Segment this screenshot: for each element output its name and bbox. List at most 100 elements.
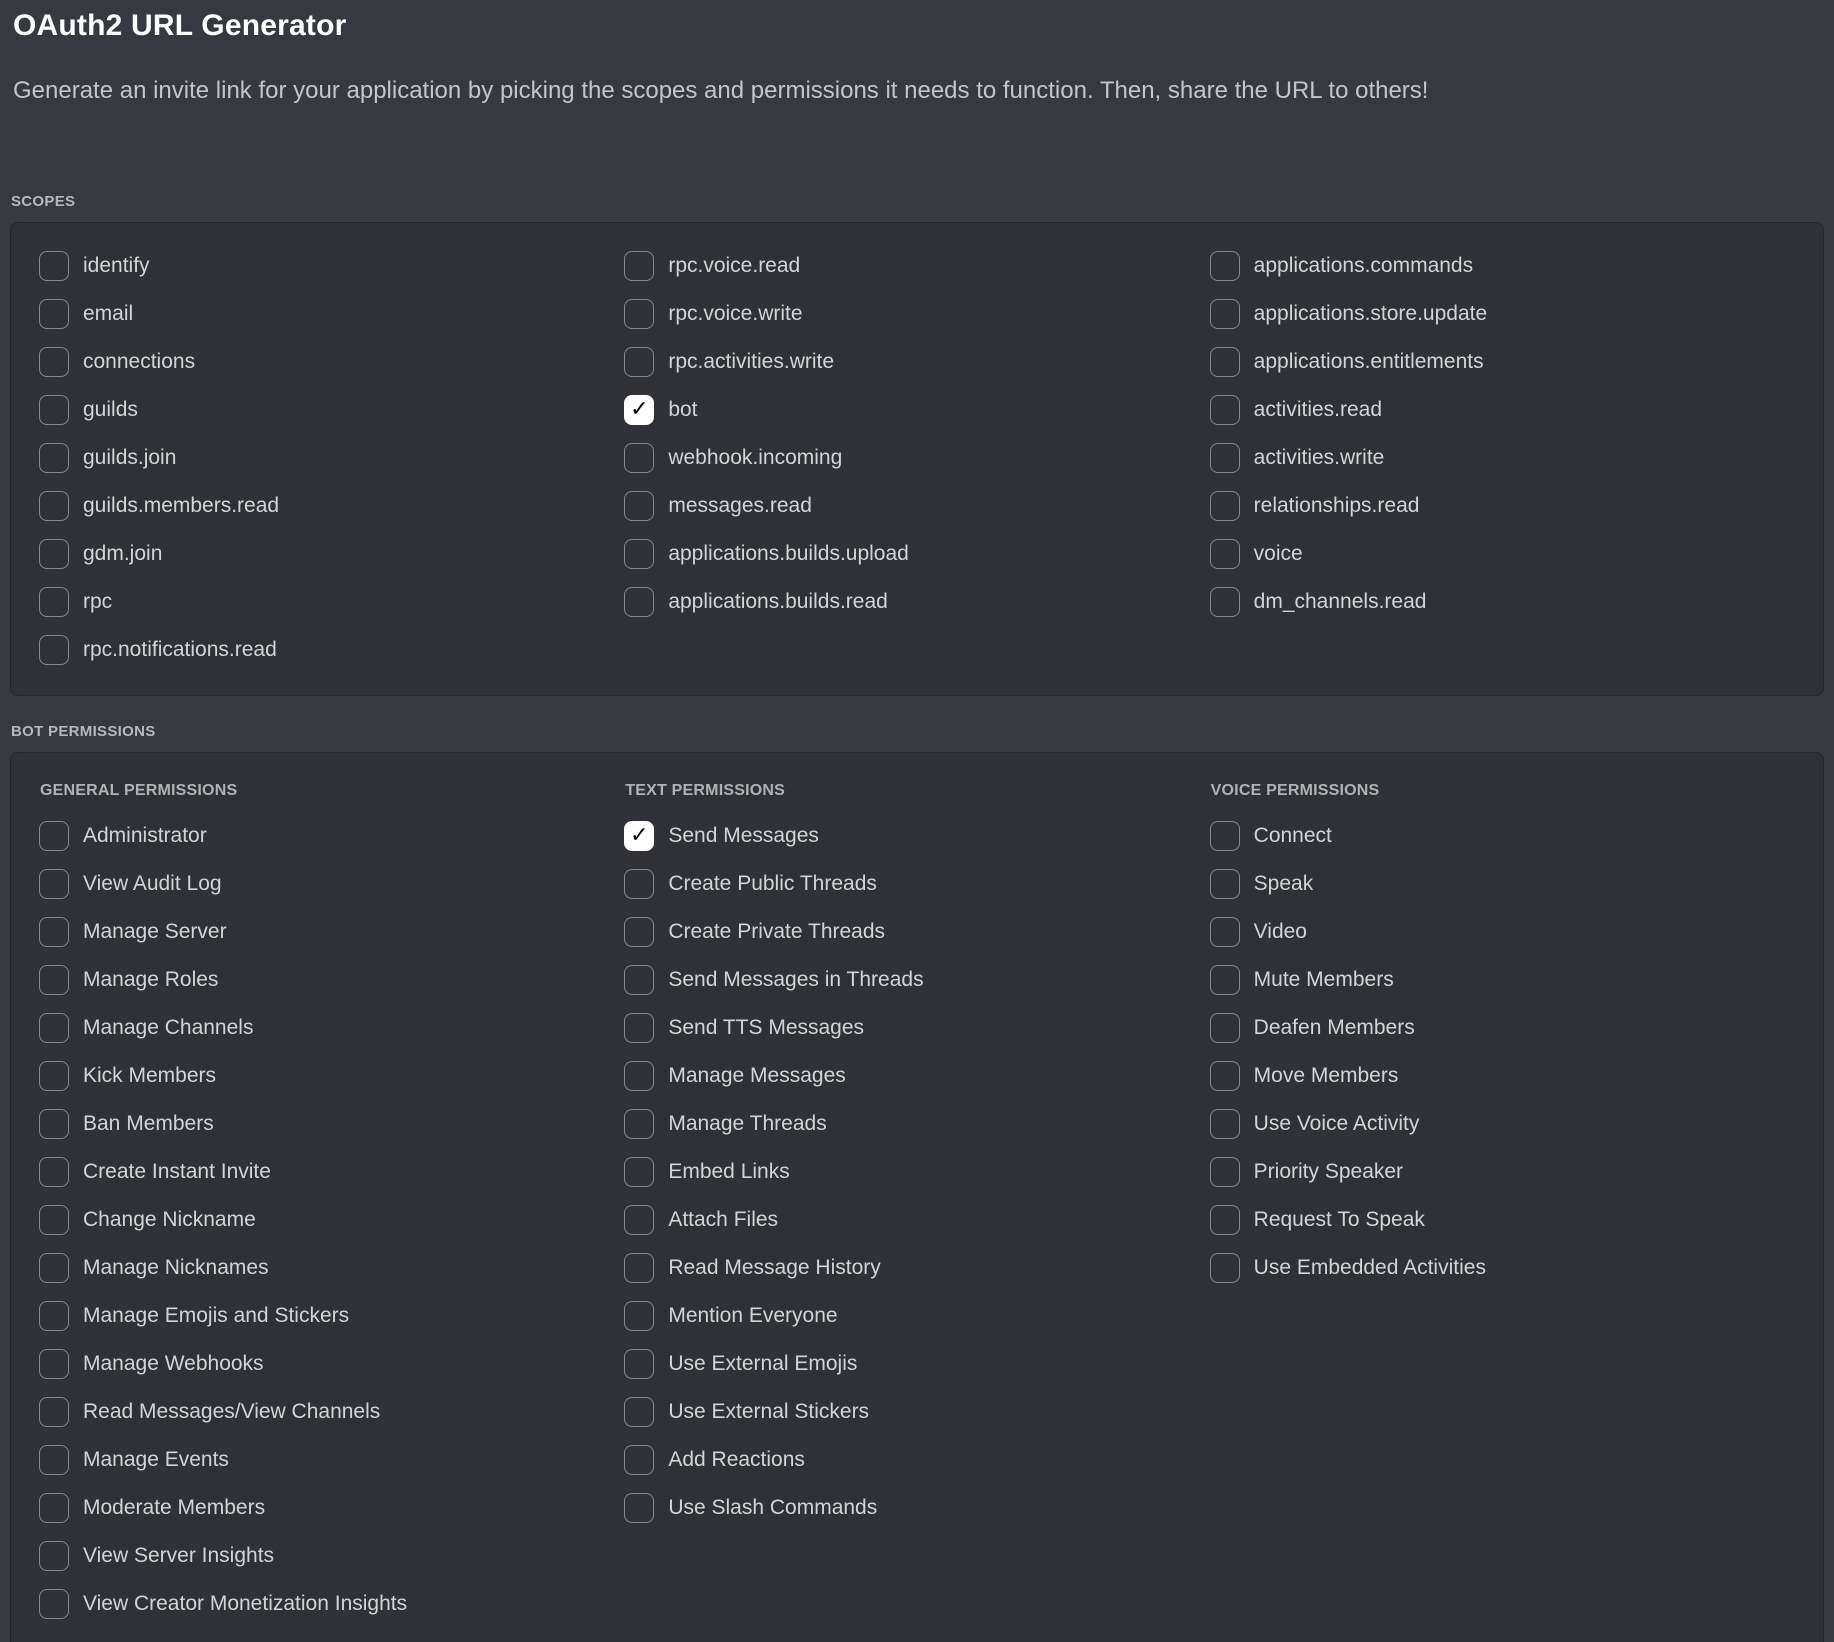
perm-text-mention-everyone-row[interactable]: Mention Everyone — [624, 1301, 1209, 1331]
perm-text-use-external-stickers-checkbox[interactable] — [624, 1397, 654, 1427]
perm-general-manage-events-row[interactable]: Manage Events — [39, 1445, 624, 1475]
scope-applications-builds-read-checkbox[interactable] — [624, 587, 654, 617]
perm-general-manage-roles-row[interactable]: Manage Roles — [39, 965, 624, 995]
perm-voice-speak-checkbox[interactable] — [1210, 869, 1240, 899]
perm-voice-mute-members-checkbox[interactable] — [1210, 965, 1240, 995]
perm-text-read-message-history-checkbox[interactable] — [624, 1253, 654, 1283]
scope-email-row[interactable]: email — [39, 299, 624, 329]
perm-general-view-creator-monetization-insights-row[interactable]: View Creator Monetization Insights — [39, 1589, 624, 1619]
perm-text-create-private-threads-row[interactable]: Create Private Threads — [624, 917, 1209, 947]
perm-general-manage-nicknames-checkbox[interactable] — [39, 1253, 69, 1283]
scope-rpc-checkbox[interactable] — [39, 587, 69, 617]
scope-guilds-join-row[interactable]: guilds.join — [39, 443, 624, 473]
perm-voice-move-members-row[interactable]: Move Members — [1210, 1061, 1795, 1091]
perm-text-attach-files-checkbox[interactable] — [624, 1205, 654, 1235]
perm-general-read-messages-view-channels-checkbox[interactable] — [39, 1397, 69, 1427]
scope-applications-builds-upload-row[interactable]: applications.builds.upload — [624, 539, 1209, 569]
scope-applications-builds-upload-checkbox[interactable] — [624, 539, 654, 569]
scope-webhook-incoming-row[interactable]: webhook.incoming — [624, 443, 1209, 473]
perm-voice-request-to-speak-checkbox[interactable] — [1210, 1205, 1240, 1235]
scope-messages-read-checkbox[interactable] — [624, 491, 654, 521]
perm-general-administrator-checkbox[interactable] — [39, 821, 69, 851]
scope-gdm-join-checkbox[interactable] — [39, 539, 69, 569]
perm-general-manage-emojis-and-stickers-checkbox[interactable] — [39, 1301, 69, 1331]
scope-activities-read-checkbox[interactable] — [1210, 395, 1240, 425]
perm-general-moderate-members-checkbox[interactable] — [39, 1493, 69, 1523]
scope-bot-row[interactable]: ✓bot — [624, 395, 1209, 425]
perm-text-manage-threads-row[interactable]: Manage Threads — [624, 1109, 1209, 1139]
perm-text-manage-messages-row[interactable]: Manage Messages — [624, 1061, 1209, 1091]
perm-general-view-creator-monetization-insights-checkbox[interactable] — [39, 1589, 69, 1619]
scope-activities-write-checkbox[interactable] — [1210, 443, 1240, 473]
perm-general-kick-members-row[interactable]: Kick Members — [39, 1061, 624, 1091]
perm-voice-speak-row[interactable]: Speak — [1210, 869, 1795, 899]
perm-general-change-nickname-row[interactable]: Change Nickname — [39, 1205, 624, 1235]
perm-voice-priority-speaker-row[interactable]: Priority Speaker — [1210, 1157, 1795, 1187]
perm-text-send-messages-checkbox[interactable]: ✓ — [624, 821, 654, 851]
perm-general-kick-members-checkbox[interactable] — [39, 1061, 69, 1091]
perm-general-moderate-members-row[interactable]: Moderate Members — [39, 1493, 624, 1523]
perm-text-embed-links-row[interactable]: Embed Links — [624, 1157, 1209, 1187]
perm-voice-video-checkbox[interactable] — [1210, 917, 1240, 947]
perm-general-manage-roles-checkbox[interactable] — [39, 965, 69, 995]
perm-text-create-private-threads-checkbox[interactable] — [624, 917, 654, 947]
perm-general-view-server-insights-checkbox[interactable] — [39, 1541, 69, 1571]
perm-general-manage-nicknames-row[interactable]: Manage Nicknames — [39, 1253, 624, 1283]
perm-general-manage-emojis-and-stickers-row[interactable]: Manage Emojis and Stickers — [39, 1301, 624, 1331]
scope-activities-write-row[interactable]: activities.write — [1210, 443, 1795, 473]
scope-applications-commands-row[interactable]: applications.commands — [1210, 251, 1795, 281]
scope-identify-checkbox[interactable] — [39, 251, 69, 281]
perm-general-create-instant-invite-checkbox[interactable] — [39, 1157, 69, 1187]
scope-relationships-read-row[interactable]: relationships.read — [1210, 491, 1795, 521]
perm-text-send-messages-in-threads-checkbox[interactable] — [624, 965, 654, 995]
perm-text-use-external-stickers-row[interactable]: Use External Stickers — [624, 1397, 1209, 1427]
perm-text-create-public-threads-checkbox[interactable] — [624, 869, 654, 899]
scope-identify-row[interactable]: identify — [39, 251, 624, 281]
scope-email-checkbox[interactable] — [39, 299, 69, 329]
perm-text-use-slash-commands-checkbox[interactable] — [624, 1493, 654, 1523]
scope-connections-checkbox[interactable] — [39, 347, 69, 377]
scope-rpc-notifications-read-row[interactable]: rpc.notifications.read — [39, 635, 624, 665]
scope-rpc-voice-read-checkbox[interactable] — [624, 251, 654, 281]
scope-connections-row[interactable]: connections — [39, 347, 624, 377]
perm-voice-deafen-members-checkbox[interactable] — [1210, 1013, 1240, 1043]
perm-text-add-reactions-row[interactable]: Add Reactions — [624, 1445, 1209, 1475]
scope-rpc-voice-write-row[interactable]: rpc.voice.write — [624, 299, 1209, 329]
scope-rpc-voice-read-row[interactable]: rpc.voice.read — [624, 251, 1209, 281]
perm-text-send-messages-in-threads-row[interactable]: Send Messages in Threads — [624, 965, 1209, 995]
perm-general-administrator-row[interactable]: Administrator — [39, 821, 624, 851]
perm-general-view-audit-log-checkbox[interactable] — [39, 869, 69, 899]
scope-applications-store-update-row[interactable]: applications.store.update — [1210, 299, 1795, 329]
perm-voice-request-to-speak-row[interactable]: Request To Speak — [1210, 1205, 1795, 1235]
perm-voice-video-row[interactable]: Video — [1210, 917, 1795, 947]
scope-rpc-voice-write-checkbox[interactable] — [624, 299, 654, 329]
perm-voice-use-voice-activity-checkbox[interactable] — [1210, 1109, 1240, 1139]
scope-voice-checkbox[interactable] — [1210, 539, 1240, 569]
scope-relationships-read-checkbox[interactable] — [1210, 491, 1240, 521]
perm-general-change-nickname-checkbox[interactable] — [39, 1205, 69, 1235]
perm-text-embed-links-checkbox[interactable] — [624, 1157, 654, 1187]
perm-voice-move-members-checkbox[interactable] — [1210, 1061, 1240, 1091]
perm-text-use-external-emojis-checkbox[interactable] — [624, 1349, 654, 1379]
scope-applications-store-update-checkbox[interactable] — [1210, 299, 1240, 329]
perm-text-send-tts-messages-row[interactable]: Send TTS Messages — [624, 1013, 1209, 1043]
scope-applications-builds-read-row[interactable]: applications.builds.read — [624, 587, 1209, 617]
perm-general-create-instant-invite-row[interactable]: Create Instant Invite — [39, 1157, 624, 1187]
scope-guilds-members-read-row[interactable]: guilds.members.read — [39, 491, 624, 521]
perm-general-ban-members-row[interactable]: Ban Members — [39, 1109, 624, 1139]
perm-text-read-message-history-row[interactable]: Read Message History — [624, 1253, 1209, 1283]
perm-general-manage-events-checkbox[interactable] — [39, 1445, 69, 1475]
perm-general-view-audit-log-row[interactable]: View Audit Log — [39, 869, 624, 899]
perm-voice-deafen-members-row[interactable]: Deafen Members — [1210, 1013, 1795, 1043]
perm-voice-use-embedded-activities-checkbox[interactable] — [1210, 1253, 1240, 1283]
scope-webhook-incoming-checkbox[interactable] — [624, 443, 654, 473]
perm-text-attach-files-row[interactable]: Attach Files — [624, 1205, 1209, 1235]
scope-messages-read-row[interactable]: messages.read — [624, 491, 1209, 521]
perm-voice-mute-members-row[interactable]: Mute Members — [1210, 965, 1795, 995]
perm-general-manage-server-checkbox[interactable] — [39, 917, 69, 947]
perm-general-manage-server-row[interactable]: Manage Server — [39, 917, 624, 947]
perm-voice-use-voice-activity-row[interactable]: Use Voice Activity — [1210, 1109, 1795, 1139]
scope-guilds-join-checkbox[interactable] — [39, 443, 69, 473]
perm-voice-use-embedded-activities-row[interactable]: Use Embedded Activities — [1210, 1253, 1795, 1283]
perm-text-manage-messages-checkbox[interactable] — [624, 1061, 654, 1091]
